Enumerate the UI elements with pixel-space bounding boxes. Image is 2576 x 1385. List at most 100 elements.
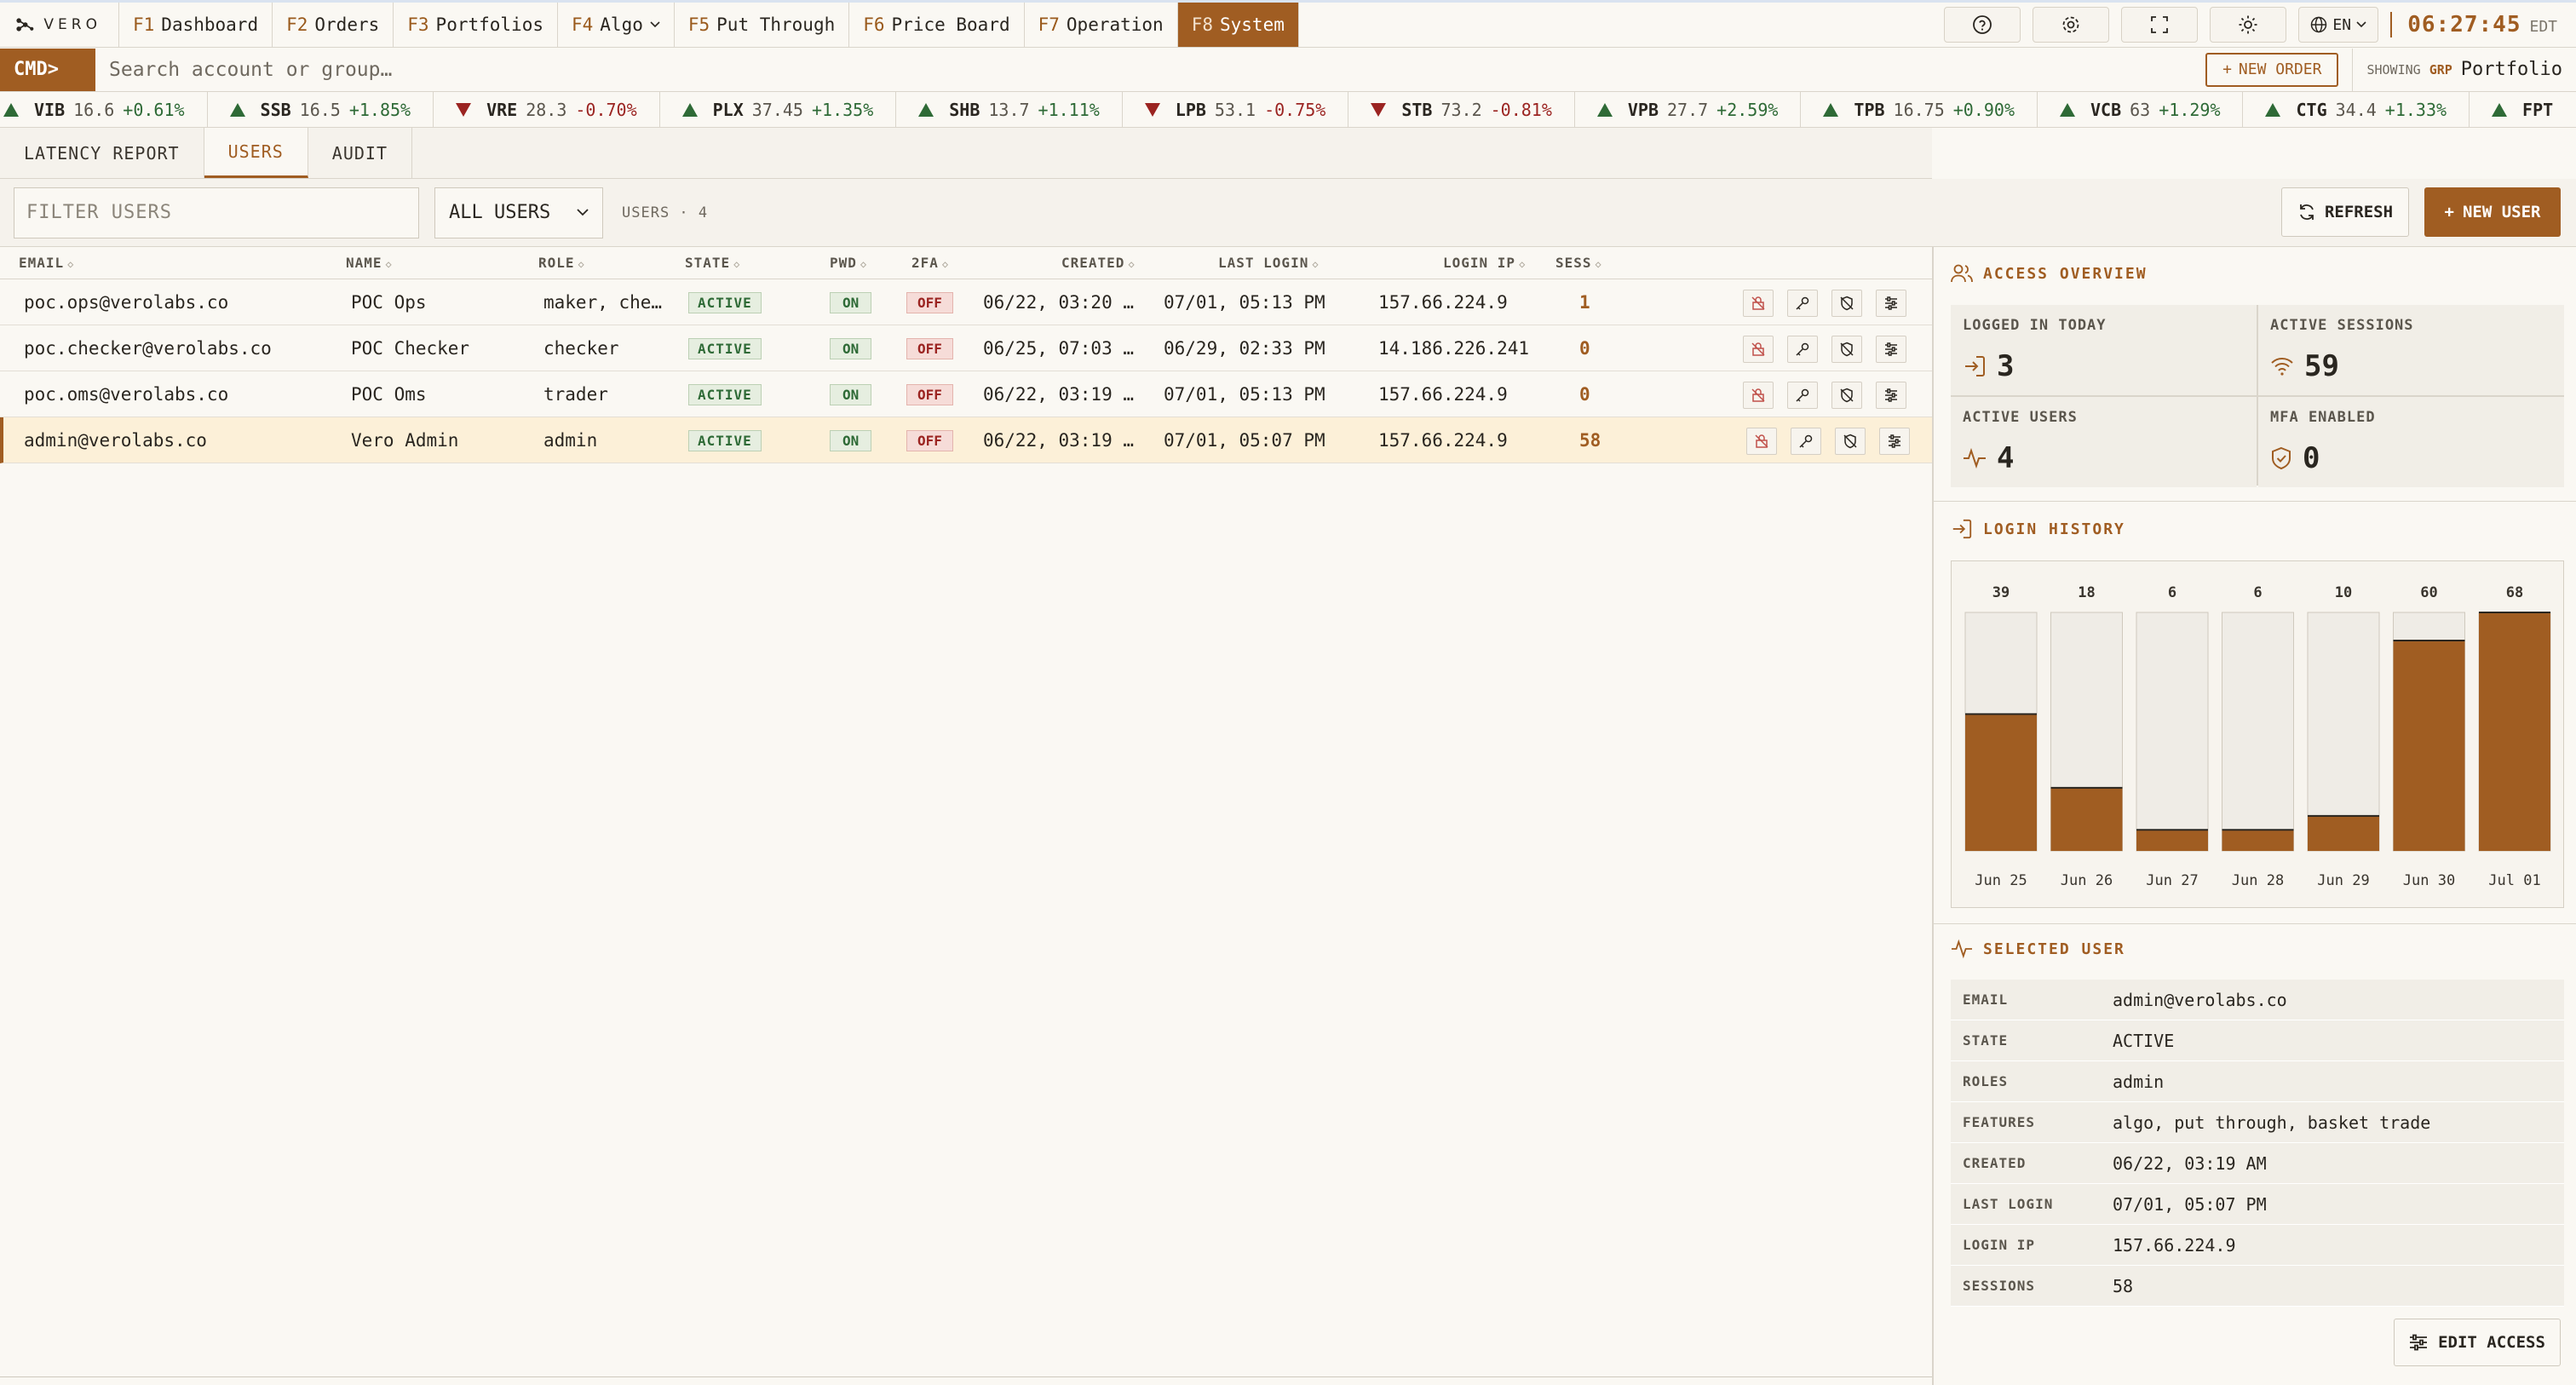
refresh-button[interactable]: REFRESH <box>2281 187 2409 237</box>
edit-access-row-button[interactable] <box>1876 336 1906 363</box>
edit-access-row-button[interactable] <box>1876 382 1906 409</box>
cell-sess: 0 <box>1579 338 1590 359</box>
header-email[interactable]: EMAIL ◇ <box>19 255 74 271</box>
detail-value: ACTIVE <box>2113 1030 2175 1051</box>
header-login-ip[interactable]: LOGIN IP ◇ <box>1443 255 1526 271</box>
lock-user-button[interactable] <box>1743 382 1774 409</box>
header-pwd[interactable]: PWD ◇ <box>830 255 867 271</box>
tab-users[interactable]: USERS <box>204 128 308 178</box>
help-button[interactable] <box>1944 7 2021 43</box>
language-select[interactable]: EN <box>2298 7 2379 43</box>
ticker-change: +1.11% <box>1038 99 1100 120</box>
new-user-button[interactable]: + NEW USER <box>2424 187 2561 237</box>
ticker-item[interactable]: PLX 37.45 +1.35% <box>681 92 897 127</box>
detail-row: SESSIONS 58 <box>1951 1266 2564 1307</box>
ticker-item[interactable]: TPB 16.75 +0.90% <box>1823 92 2038 127</box>
nav-tab-dashboard[interactable]: F1 Dashboard <box>119 3 273 47</box>
ticker-item[interactable]: SSB 16.5 +1.85% <box>229 92 434 127</box>
table-row[interactable]: poc.oms@verolabs.co POC Oms trader ACTIVE ON… <box>0 371 1932 417</box>
lock-user-button[interactable] <box>1746 428 1777 455</box>
bar[interactable] <box>2136 830 2208 851</box>
logo-text: VERO <box>43 16 101 33</box>
nav-tab-portfolios[interactable]: F3 Portfolios <box>394 3 558 47</box>
ticker-item[interactable]: STB 73.2 -0.81% <box>1371 92 1575 127</box>
tab-audit[interactable]: AUDIT <box>308 128 413 178</box>
bar[interactable] <box>2308 815 2379 851</box>
bottom-border <box>0 1376 1932 1377</box>
table-row[interactable]: poc.ops@verolabs.co POC Ops maker, che… ACT… <box>0 279 1932 325</box>
settings-button[interactable] <box>2033 7 2110 43</box>
header-created[interactable]: CREATED ◇ <box>1061 255 1136 271</box>
row-actions <box>1743 336 1906 363</box>
header-2fa[interactable]: 2FA ◇ <box>911 255 949 271</box>
header-last-login[interactable]: LAST LOGIN ◇ <box>1218 255 1320 271</box>
edit-access-button[interactable]: EDIT ACCESS <box>2394 1319 2561 1366</box>
nav-tab-system[interactable]: F8 System <box>1177 3 1299 47</box>
fullscreen-button[interactable] <box>2121 7 2199 43</box>
cell-email: poc.ops@verolabs.co <box>24 292 229 313</box>
cell-created: 06/22, 03:19 … <box>983 384 1135 405</box>
tab-latency-report[interactable]: LATENCY REPORT <box>0 128 204 178</box>
bar[interactable] <box>2479 612 2550 851</box>
arrow-up-icon <box>2265 102 2281 117</box>
user-scope-select[interactable]: ALL USERS <box>434 187 603 238</box>
bar[interactable] <box>1965 714 2037 851</box>
ticker-item[interactable]: VRE 28.3 -0.70% <box>456 92 660 127</box>
ticker-item[interactable]: VPB 27.7 +2.59% <box>1596 92 1802 127</box>
lock-user-button[interactable] <box>1743 290 1774 317</box>
nav-tab-algo[interactable]: F4 Algo <box>558 3 675 47</box>
ticker-item[interactable]: CTG 34.4 +1.33% <box>2265 92 2470 127</box>
reset-2fa-button[interactable] <box>1831 336 1862 363</box>
arrow-up-icon <box>681 102 698 117</box>
table-row[interactable]: admin@verolabs.co Vero Admin admin ACTIVE ON… <box>0 417 1932 463</box>
reset-password-button[interactable] <box>1787 336 1818 363</box>
reset-password-button[interactable] <box>1787 290 1818 317</box>
reset-password-button[interactable] <box>1791 428 1821 455</box>
nav-tab-orders[interactable]: F2 Orders <box>273 3 394 47</box>
ticker-change: -0.75% <box>1264 99 1326 120</box>
bar[interactable] <box>2050 787 2123 851</box>
edit-access-row-button[interactable] <box>1879 428 1910 455</box>
ticker-item[interactable]: FPT <box>2492 92 2576 127</box>
2fa-badge: OFF <box>906 429 953 451</box>
header-name[interactable]: NAME ◇ <box>346 255 393 271</box>
detail-key: SESSIONS <box>1963 1278 2036 1294</box>
ticker-item[interactable]: VIB 16.6 +0.61% <box>0 92 208 127</box>
ticker-change: +1.35% <box>811 99 874 120</box>
ticker-item[interactable]: VCB 63 +1.29% <box>2060 92 2244 127</box>
ticker-item[interactable]: LPB 53.1 -0.75% <box>1144 92 1349 127</box>
cell-pwd: ON <box>830 325 872 371</box>
clock-timezone: EDT <box>2529 18 2557 36</box>
command-search-input[interactable] <box>95 48 2206 91</box>
header-sess[interactable]: SESS ◇ <box>1555 255 1602 271</box>
detail-value: 07/01, 05:07 PM <box>2113 1193 2267 1215</box>
filter-users-input[interactable] <box>14 187 419 238</box>
help-icon <box>1973 15 1992 34</box>
detail-value: 06/22, 03:19 AM <box>2113 1152 2267 1174</box>
nav-tab-put-through[interactable]: F5 Put Through <box>675 3 850 47</box>
reset-2fa-button[interactable] <box>1831 382 1862 409</box>
nav-tab-operation[interactable]: F7 Operation <box>1025 3 1178 47</box>
bar[interactable] <box>2393 640 2465 851</box>
theme-button[interactable] <box>2210 7 2287 43</box>
gear-icon <box>2062 16 2079 33</box>
cell-role: admin <box>543 430 598 451</box>
reset-password-button[interactable] <box>1787 382 1818 409</box>
top-nav: VERO F1 Dashboard F2 Orders F3 Portfolios F… <box>0 0 2576 48</box>
cell-name: Vero Admin <box>351 430 459 451</box>
new-order-button[interactable]: + NEW ORDER <box>2205 52 2339 87</box>
table-row[interactable]: poc.checker@verolabs.co POC Checker checke… <box>0 325 1932 371</box>
edit-access-row-button[interactable] <box>1876 290 1906 317</box>
header-state[interactable]: STATE ◇ <box>685 255 740 271</box>
bar[interactable] <box>2222 830 2294 851</box>
logo[interactable]: VERO <box>0 3 119 47</box>
cell-ip: 157.66.224.9 <box>1378 292 1508 313</box>
showing-scope[interactable]: SHOWING GRP Portfolio <box>2352 48 2576 91</box>
lock-user-button[interactable] <box>1743 336 1774 363</box>
header-role[interactable]: ROLE ◇ <box>538 255 585 271</box>
reset-2fa-button[interactable] <box>1835 428 1866 455</box>
nav-tab-price-board[interactable]: F6 Price Board <box>849 3 1025 47</box>
reset-2fa-button[interactable] <box>1831 290 1862 317</box>
cell-state: ACTIVE <box>688 417 762 463</box>
ticker-item[interactable]: SHB 13.7 +1.11% <box>918 92 1123 127</box>
